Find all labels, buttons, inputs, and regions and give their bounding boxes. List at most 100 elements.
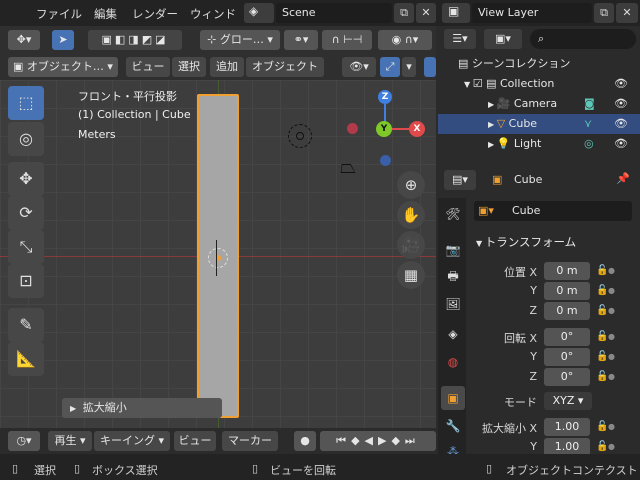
3d-cursor[interactable] — [208, 248, 228, 268]
camera-view-button[interactable]: 🎥 — [397, 231, 425, 259]
gizmo-z-axis[interactable]: Z — [378, 90, 392, 104]
keyframe-dot-icon[interactable]: ● — [608, 266, 615, 275]
timeline-editor-type[interactable]: ◷▾ — [8, 431, 40, 451]
keying-dropdown[interactable]: キーイング ▾ — [94, 431, 170, 451]
new-scene-button[interactable]: ⧉ — [394, 3, 414, 23]
select-tool-toggle[interactable]: ➤ — [52, 30, 74, 50]
tool-transform[interactable]: ⊡ — [8, 264, 44, 298]
gizmo-x-axis[interactable]: X — [409, 121, 425, 137]
tool-measure[interactable]: 📐 — [8, 342, 44, 376]
menu-select[interactable]: 選択 — [172, 57, 206, 77]
overlay-toggle[interactable] — [424, 57, 436, 77]
remove-view-layer-button[interactable]: ✕ — [616, 3, 638, 23]
location-z-field[interactable]: 0 m — [544, 302, 590, 320]
proportional-editing-toggle[interactable]: ◉ ∩▾ — [378, 30, 432, 50]
lock-icon[interactable]: 🔓 — [596, 351, 608, 362]
tool-cursor[interactable]: ◎ — [8, 122, 44, 156]
gizmo-neg-x[interactable] — [347, 123, 358, 134]
record-button[interactable]: ● — [294, 431, 316, 451]
rotation-x-field[interactable]: 0° — [544, 328, 590, 346]
gizmo-dropdown[interactable]: ▾ — [402, 57, 416, 77]
light-data-icon[interactable]: ◎ — [584, 134, 594, 154]
rotation-z-field[interactable]: 0° — [544, 368, 590, 386]
display-mode-dropdown[interactable]: ▣▾ — [484, 29, 522, 49]
outliner-scene-collection[interactable]: ▤ シーンコレクション — [438, 54, 640, 74]
mode-dropdown[interactable]: ▣ オブジェクト… ▾ — [8, 57, 118, 77]
menu-file[interactable]: ファイル — [36, 6, 82, 22]
lock-icon[interactable]: 🔓 — [596, 331, 608, 342]
keyframe-dot-icon[interactable]: ● — [608, 286, 615, 295]
zoom-button[interactable]: ⊕ — [397, 171, 425, 199]
pan-button[interactable]: ✋ — [397, 201, 425, 229]
properties-editor-type[interactable]: ▤▾ — [444, 170, 476, 190]
playback-dropdown[interactable]: 再生 ▾ — [48, 431, 92, 451]
keyframe-dot-icon[interactable]: ● — [608, 442, 615, 451]
3d-viewport[interactable]: ✥▾ ➤ ▣◧◨◩◪ ⊹ グロー… ▾ ⚭▾ ∩ ⊢⊣ ◉ ∩▾ ▣ オブジェク… — [0, 26, 436, 454]
keyframe-dot-icon[interactable]: ● — [608, 332, 615, 341]
menu-window[interactable]: ウィンド — [190, 6, 236, 22]
menu-edit[interactable]: 編集 — [94, 6, 117, 22]
eye-icon[interactable]: 👁 — [614, 94, 628, 114]
lock-icon[interactable]: 🔓 — [596, 371, 608, 382]
view-layer-selector-button[interactable]: ▣ — [442, 3, 470, 23]
menu-view[interactable]: ビュー — [126, 57, 170, 77]
outliner-search-input[interactable]: ⌕ — [530, 29, 636, 49]
playback-controls[interactable]: ⏮◆◀▶◆⏭ — [320, 431, 436, 451]
last-operator-panel[interactable]: ▶ 拡大縮小 — [62, 398, 222, 418]
tool-annotate[interactable]: ✎ — [8, 308, 44, 342]
timeline-marker-menu[interactable]: マーカー — [222, 431, 278, 451]
outliner-item-camera[interactable]: ▶ 🎥 Camera ◙ 👁 — [438, 94, 640, 114]
scene-name-field[interactable]: Scene — [276, 3, 392, 23]
timeline-view-menu[interactable]: ビュー — [174, 431, 216, 451]
gizmo-toggle[interactable]: ⤢ — [380, 57, 400, 77]
lock-icon[interactable]: 🔓 — [596, 265, 608, 276]
lock-icon[interactable]: 🔓 — [596, 305, 608, 316]
location-y-field[interactable]: 0 m — [544, 282, 590, 300]
editor-type-button[interactable]: ✥▾ — [8, 30, 40, 50]
tab-render[interactable]: 📷 — [441, 238, 465, 262]
outliner-editor-type[interactable]: ☰▾ — [444, 29, 476, 49]
tab-tool[interactable]: 🛠 — [441, 202, 465, 226]
keyframe-dot-icon[interactable]: ● — [608, 306, 615, 315]
mesh-data-icon[interactable]: ⋎ — [584, 114, 592, 134]
lock-icon[interactable]: 🔓 — [596, 421, 608, 432]
outliner-collection[interactable]: ▼ ☑ ▤ Collection 👁 — [438, 74, 640, 94]
tool-scale[interactable]: ⤡ — [8, 230, 44, 264]
location-x-field[interactable]: 0 m — [544, 262, 590, 280]
eye-icon[interactable]: 👁 — [614, 74, 628, 94]
camera-object[interactable]: ⏢ — [340, 154, 356, 178]
menu-render[interactable]: レンダー — [132, 6, 178, 22]
transform-section-header[interactable]: ▼ トランスフォーム — [476, 234, 576, 250]
pivot-point-dropdown[interactable]: ⚭▾ — [284, 30, 318, 50]
outliner-item-light[interactable]: ▶ 💡 Light ◎ 👁 — [438, 134, 640, 154]
menu-add[interactable]: 追加 — [210, 57, 244, 77]
lock-icon[interactable]: 🔓 — [596, 441, 608, 452]
snap-toggle[interactable]: ∩ ⊢⊣ — [322, 30, 372, 50]
ortho-toggle-button[interactable]: ▦ — [397, 261, 425, 289]
transform-orientation-dropdown[interactable]: ⊹ グロー… ▾ — [200, 30, 280, 50]
keyframe-dot-icon[interactable]: ● — [608, 352, 615, 361]
eye-icon[interactable]: 👁 — [614, 114, 628, 134]
scale-x-field[interactable]: 1.00 — [544, 418, 590, 436]
tool-select-box[interactable]: ⬚ — [8, 86, 44, 120]
selection-mode-buttons[interactable]: ▣◧◨◩◪ — [88, 30, 182, 50]
eye-icon[interactable]: 👁 — [614, 134, 628, 154]
outliner-item-cube[interactable]: ▶ ▽ Cube ⋎ 👁 — [438, 114, 640, 134]
rotation-mode-dropdown[interactable]: XYZ ▾ — [544, 392, 592, 410]
keyframe-dot-icon[interactable]: ● — [608, 422, 615, 431]
scene-selector-button[interactable]: ◈ — [244, 3, 274, 23]
visibility-dropdown[interactable]: 👁▾ — [342, 57, 376, 77]
camera-data-icon[interactable]: ◙ — [584, 94, 595, 114]
rotation-y-field[interactable]: 0° — [544, 348, 590, 366]
new-view-layer-button[interactable]: ⧉ — [594, 3, 614, 23]
remove-scene-button[interactable]: ✕ — [416, 3, 436, 23]
lock-icon[interactable]: 🔓 — [596, 285, 608, 296]
checkbox-icon[interactable]: ☑ — [473, 77, 486, 90]
object-datablock-field[interactable]: ▣▾ Cube — [474, 201, 632, 221]
tool-move[interactable]: ✥ — [8, 162, 44, 196]
gizmo-y-axis[interactable]: Y — [376, 121, 392, 137]
gizmo-neg-z[interactable] — [380, 155, 391, 166]
tool-rotate[interactable]: ⟳ — [8, 196, 44, 230]
menu-object[interactable]: オブジェクト — [246, 57, 324, 77]
pin-icon[interactable]: 📌 — [616, 172, 630, 185]
